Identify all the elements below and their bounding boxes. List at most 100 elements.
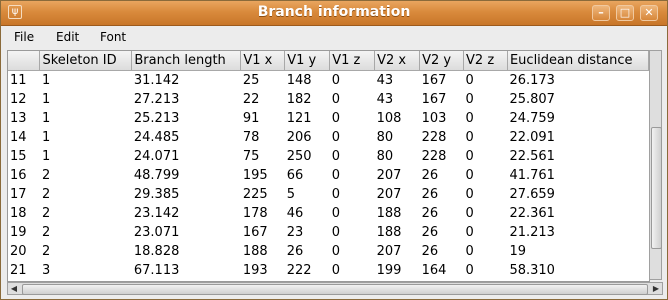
column-header[interactable]: Branch length xyxy=(131,51,242,71)
table-row[interactable]: 11 1 31.142 25 148 0 43 167 0 26.173 xyxy=(8,71,649,91)
table-cell: 19 xyxy=(509,244,527,259)
table-cell: 2 xyxy=(41,206,51,221)
table-cell: 21.213 xyxy=(509,225,555,240)
table-cell: 1 xyxy=(41,149,51,164)
table-cell: 26.173 xyxy=(509,73,555,88)
table-cell: 25.807 xyxy=(509,92,555,107)
table-cell: 0 xyxy=(465,225,474,240)
table-cell: 0 xyxy=(465,92,474,107)
table-cell: 24.071 xyxy=(133,149,180,164)
table-cell: 195 xyxy=(242,168,268,183)
table-header-row: Skeleton ID Branch length V1 x V1 y V1 z V2 x… xyxy=(8,51,649,71)
table-cell: 1 xyxy=(41,92,51,107)
menu-font[interactable]: Font xyxy=(100,30,126,44)
table-cell: 91 xyxy=(242,111,260,126)
table-cell: 207 xyxy=(376,168,402,183)
horizontal-scroll-thumb[interactable] xyxy=(22,284,648,295)
table-cell: 188 xyxy=(376,225,402,240)
table-cell: 0 xyxy=(465,187,474,202)
table-cell: 108 xyxy=(376,111,402,126)
column-header[interactable] xyxy=(8,51,41,71)
row-index: 15 xyxy=(10,149,27,164)
table-cell: 78 xyxy=(242,130,260,145)
table-row[interactable]: 15 1 24.071 75 250 0 80 228 0 22.561 xyxy=(8,147,649,166)
table-cell: 22 xyxy=(242,92,260,107)
table-cell: 0 xyxy=(331,187,340,202)
table-cell: 25 xyxy=(242,73,260,88)
table-row[interactable]: 13 1 25.213 91 121 0 108 103 0 24.759 xyxy=(8,109,649,128)
table-cell: 2 xyxy=(41,187,51,202)
table-cell: 0 xyxy=(465,111,474,126)
column-header[interactable]: Skeleton ID xyxy=(39,51,133,71)
table-cell: 225 xyxy=(242,187,268,202)
column-header[interactable]: V2 y xyxy=(419,51,465,71)
column-header[interactable]: Euclidean distance xyxy=(507,51,649,71)
row-index: 20 xyxy=(10,244,27,259)
table-cell: 167 xyxy=(242,225,268,240)
table-cell: 31.142 xyxy=(133,73,180,88)
table-cell: 193 xyxy=(242,263,268,278)
table-row[interactable]: 21 3 67.113 193 222 0 199 164 0 58.310 xyxy=(8,261,649,280)
table-row[interactable]: 19 2 23.071 167 23 0 188 26 0 21.213 xyxy=(8,223,649,242)
table-cell: 24.485 xyxy=(133,130,180,145)
row-index: 16 xyxy=(10,168,27,183)
table-cell: 48.799 xyxy=(133,168,180,183)
branch-table[interactable]: Skeleton ID Branch length V1 x V1 y V1 z V2 x… xyxy=(7,50,650,282)
scroll-left-arrow-icon[interactable]: ◀ xyxy=(8,283,20,295)
menu-bar: File Edit Font xyxy=(1,26,667,48)
table-row[interactable]: 17 2 29.385 225 5 0 207 26 0 27.659 xyxy=(8,185,649,204)
row-index: 21 xyxy=(10,263,27,278)
table-cell: 80 xyxy=(376,149,394,164)
menu-edit[interactable]: Edit xyxy=(56,30,79,44)
close-button[interactable]: ✕ xyxy=(640,5,658,21)
table-row[interactable]: 18 2 23.142 178 46 0 188 26 0 22.361 xyxy=(8,204,649,223)
table-cell: 23.071 xyxy=(133,225,180,240)
title-bar[interactable]: ψ Branch information – □ ✕ xyxy=(1,1,667,26)
table-cell: 5 xyxy=(286,187,296,202)
table-cell: 167 xyxy=(421,73,447,88)
column-header[interactable]: V2 z xyxy=(463,51,508,71)
table-cell: 43 xyxy=(376,92,394,107)
row-index: 19 xyxy=(10,225,27,240)
row-index: 18 xyxy=(10,206,27,221)
vertical-scroll-thumb[interactable] xyxy=(651,127,662,249)
table-row[interactable]: 12 1 27.213 22 182 0 43 167 0 25.807 xyxy=(8,90,649,109)
table-cell: 75 xyxy=(242,149,260,164)
table-cell: 0 xyxy=(331,92,340,107)
table-cell: 26 xyxy=(421,187,439,202)
column-header[interactable]: V1 z xyxy=(329,51,376,71)
table-cell: 0 xyxy=(331,206,340,221)
table-cell: 228 xyxy=(421,149,447,164)
scroll-right-arrow-icon[interactable]: ▶ xyxy=(650,283,662,295)
minimize-button[interactable]: – xyxy=(592,5,610,21)
maximize-button[interactable]: □ xyxy=(616,5,634,21)
table-cell: 0 xyxy=(465,263,474,278)
table-cell: 80 xyxy=(376,130,394,145)
table-cell: 164 xyxy=(421,263,447,278)
table-cell: 26 xyxy=(421,225,439,240)
table-cell: 22.091 xyxy=(509,130,555,145)
table-cell: 0 xyxy=(465,73,474,88)
column-header[interactable]: V2 x xyxy=(374,51,421,71)
table-cell: 0 xyxy=(331,168,340,183)
horizontal-scrollbar[interactable]: ◀ ▶ xyxy=(7,282,663,295)
table-cell: 58.310 xyxy=(509,263,555,278)
table-cell: 167 xyxy=(421,92,447,107)
table-cell: 1 xyxy=(41,130,51,145)
column-header[interactable]: V1 y xyxy=(284,51,331,71)
vertical-scrollbar[interactable] xyxy=(649,50,662,280)
table-cell: 23.142 xyxy=(133,206,180,221)
table-row[interactable]: 20 2 18.828 188 26 0 207 26 0 19 xyxy=(8,242,649,261)
table-cell: 26 xyxy=(421,168,439,183)
table-cell: 0 xyxy=(465,168,474,183)
table-cell: 43 xyxy=(376,73,394,88)
table-cell: 182 xyxy=(286,92,312,107)
row-index: 11 xyxy=(10,73,27,88)
menu-file[interactable]: File xyxy=(14,30,34,44)
column-header[interactable]: V1 x xyxy=(240,51,286,71)
table-row[interactable]: 14 1 24.485 78 206 0 80 228 0 22.091 xyxy=(8,128,649,147)
table-cell: 3 xyxy=(41,263,51,278)
table-row[interactable]: 16 2 48.799 195 66 0 207 26 0 41.761 xyxy=(8,166,649,185)
table-cell: 103 xyxy=(421,111,447,126)
row-index: 13 xyxy=(10,111,27,126)
